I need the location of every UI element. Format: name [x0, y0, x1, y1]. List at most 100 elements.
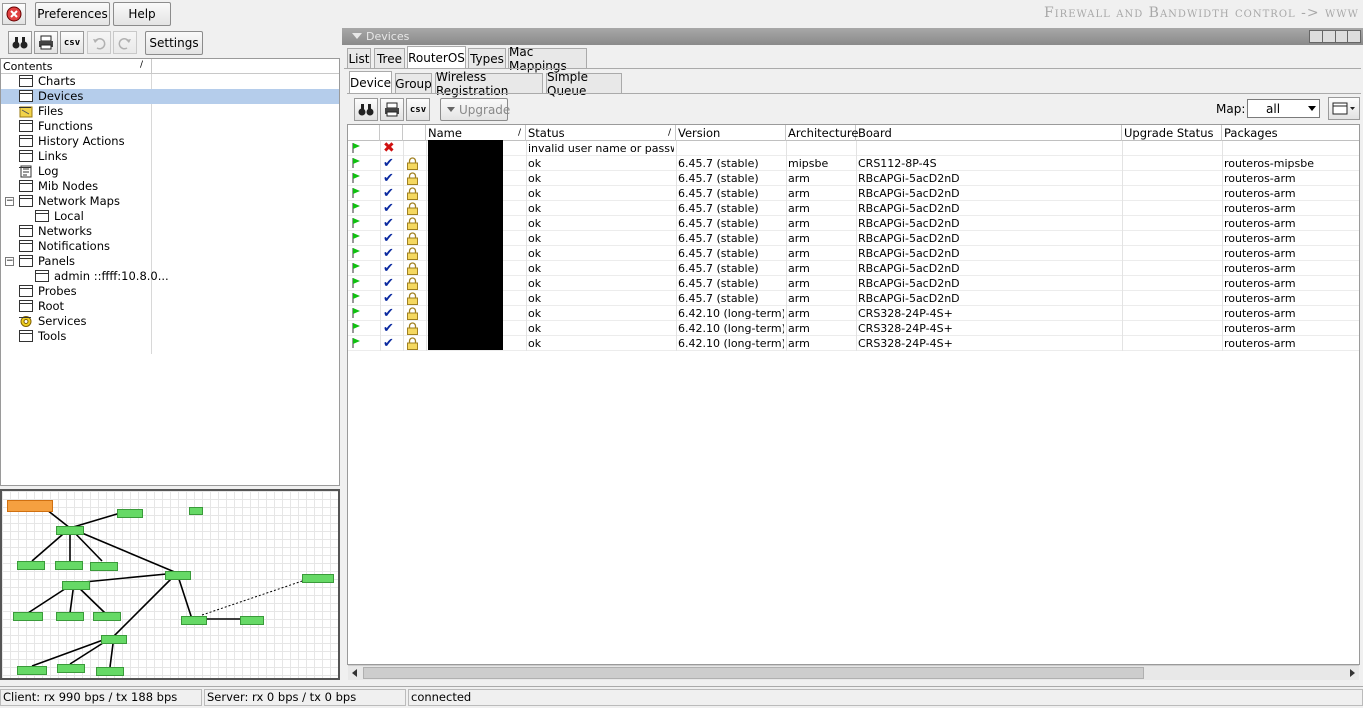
scroll-thumb[interactable] [363, 667, 1144, 679]
sidebar-item-devices[interactable]: Devices [1, 89, 339, 104]
cell-board: CRS328-24P-4S+ [858, 307, 953, 320]
tree-header: Contents / [1, 59, 339, 74]
map-node[interactable] [56, 526, 84, 535]
preferences-button[interactable]: Preferences [35, 2, 110, 26]
map-node[interactable] [17, 666, 47, 675]
cell-packages: routeros-arm [1224, 262, 1296, 275]
map-node[interactable] [55, 561, 83, 570]
csv-export-button[interactable]: csv [60, 31, 84, 54]
flag-icon [352, 263, 360, 273]
cell-arch: mipsbe [788, 157, 829, 170]
map-node[interactable] [93, 612, 121, 621]
map-node[interactable] [181, 616, 207, 625]
sidebar-item-log[interactable]: Log [1, 164, 339, 179]
map-node[interactable] [117, 509, 143, 518]
map-node[interactable] [62, 581, 90, 590]
checkmark-icon: ✔ [383, 336, 394, 351]
tab-list[interactable]: List [347, 48, 371, 68]
sidebar-item-root[interactable]: Root [1, 299, 339, 314]
lock-icon [407, 292, 418, 305]
col-upgrade-status[interactable]: Upgrade Status [1122, 125, 1222, 141]
subtab-group[interactable]: Group [395, 73, 432, 93]
subtab-simple-queue[interactable]: Simple Queue [546, 70, 622, 98]
tab-mac-mappings[interactable]: Mac Mappings [508, 45, 587, 73]
sidebar-item-probes[interactable]: Probes [1, 284, 339, 299]
columns-menu-icon[interactable] [1328, 97, 1360, 120]
sidebar-item-history-actions[interactable]: History Actions [1, 134, 339, 149]
sidebar-item-local[interactable]: Local [1, 209, 339, 224]
map-node[interactable] [57, 664, 85, 673]
cell-status: ok [528, 322, 542, 335]
subtab-device[interactable]: Device [349, 71, 392, 93]
map-node[interactable] [165, 571, 191, 580]
settings-button[interactable]: Settings [145, 31, 203, 55]
map-node[interactable] [7, 500, 53, 512]
find-icon[interactable] [8, 31, 32, 54]
contents-column-header[interactable]: Contents [3, 60, 52, 73]
sidebar-item-notifications[interactable]: Notifications [1, 239, 339, 254]
collapse-toggle-icon[interactable]: − [5, 257, 14, 266]
checkmark-icon: ✔ [383, 291, 394, 306]
redo-icon[interactable] [113, 31, 137, 54]
col-lock[interactable] [403, 125, 426, 141]
map-node[interactable] [13, 612, 43, 621]
sidebar-item-files[interactable]: Files [1, 104, 339, 119]
sidebar-item-charts[interactable]: Charts [1, 74, 339, 89]
help-button[interactable]: Help [113, 2, 171, 26]
sidebar-item-mib-nodes[interactable]: Mib Nodes [1, 179, 339, 194]
contents-tree[interactable]: Contents / Charts Devices Files Functions Hi… [0, 58, 340, 486]
map-node[interactable] [189, 507, 203, 515]
map-node[interactable] [17, 561, 45, 570]
find-icon[interactable] [354, 98, 378, 121]
col-state[interactable] [380, 125, 403, 141]
undo-icon[interactable] [87, 31, 111, 54]
col-packages[interactable]: Packages [1222, 125, 1359, 141]
tab-tree[interactable]: Tree [374, 48, 405, 68]
tab-types[interactable]: Types [468, 48, 506, 68]
layout-switcher-icon[interactable] [1309, 30, 1361, 43]
cell-version: 6.45.7 (stable) [678, 157, 759, 170]
tab-routeros[interactable]: RouterOS [407, 46, 466, 68]
flag-icon [352, 203, 360, 213]
sidebar-item-label: Mib Nodes [38, 179, 99, 193]
col-flag[interactable] [348, 125, 380, 141]
sidebar-item-functions[interactable]: Functions [1, 119, 339, 134]
cell-version: 6.45.7 (stable) [678, 187, 759, 200]
collapse-toggle-icon[interactable]: − [5, 197, 14, 206]
map-select-value: all [1266, 102, 1281, 116]
map-node[interactable] [101, 635, 127, 644]
map-node[interactable] [302, 574, 334, 583]
map-node[interactable] [56, 612, 84, 621]
print-icon[interactable] [34, 31, 58, 54]
sidebar-item-services[interactable]: Services [1, 314, 339, 329]
col-architecture[interactable]: Architecture [786, 125, 858, 141]
sidebar-item-panels[interactable]: − Panels [1, 254, 339, 269]
sidebar-item-network-maps[interactable]: − Network Maps [1, 194, 339, 209]
sidebar-item-networks[interactable]: Networks [1, 224, 339, 239]
flag-icon [352, 248, 360, 258]
map-node[interactable] [90, 562, 118, 571]
subtab-wireless-registration[interactable]: Wireless Registration [435, 70, 543, 98]
col-board[interactable]: Board [856, 125, 1122, 141]
devices-table[interactable]: Name / Status / Version Architecture Board… [347, 124, 1360, 665]
checkmark-icon: ✔ [383, 276, 394, 291]
sidebar-item-tools[interactable]: Tools [1, 329, 339, 344]
scroll-left-icon[interactable] [352, 669, 357, 677]
upgrade-button[interactable]: Upgrade [440, 98, 510, 121]
window-icon [19, 135, 33, 147]
col-version[interactable]: Version [676, 125, 786, 141]
collapse-triangle-icon[interactable] [352, 33, 362, 39]
network-map-preview[interactable] [0, 489, 340, 680]
map-node[interactable] [96, 667, 124, 676]
map-node[interactable] [240, 616, 264, 625]
map-select[interactable]: all [1247, 99, 1320, 118]
sidebar-item-admin-panel[interactable]: admin ::ffff:10.8.0... [1, 269, 339, 284]
csv-export-button[interactable]: csv [406, 98, 430, 121]
close-icon[interactable] [2, 3, 26, 25]
sidebar-item-links[interactable]: Links [1, 149, 339, 164]
col-status[interactable]: Status / [526, 125, 676, 141]
scroll-right-icon[interactable] [1350, 669, 1355, 677]
horizontal-scrollbar[interactable] [348, 665, 1359, 680]
col-name[interactable]: Name / [426, 125, 526, 141]
print-icon[interactable] [380, 98, 404, 121]
